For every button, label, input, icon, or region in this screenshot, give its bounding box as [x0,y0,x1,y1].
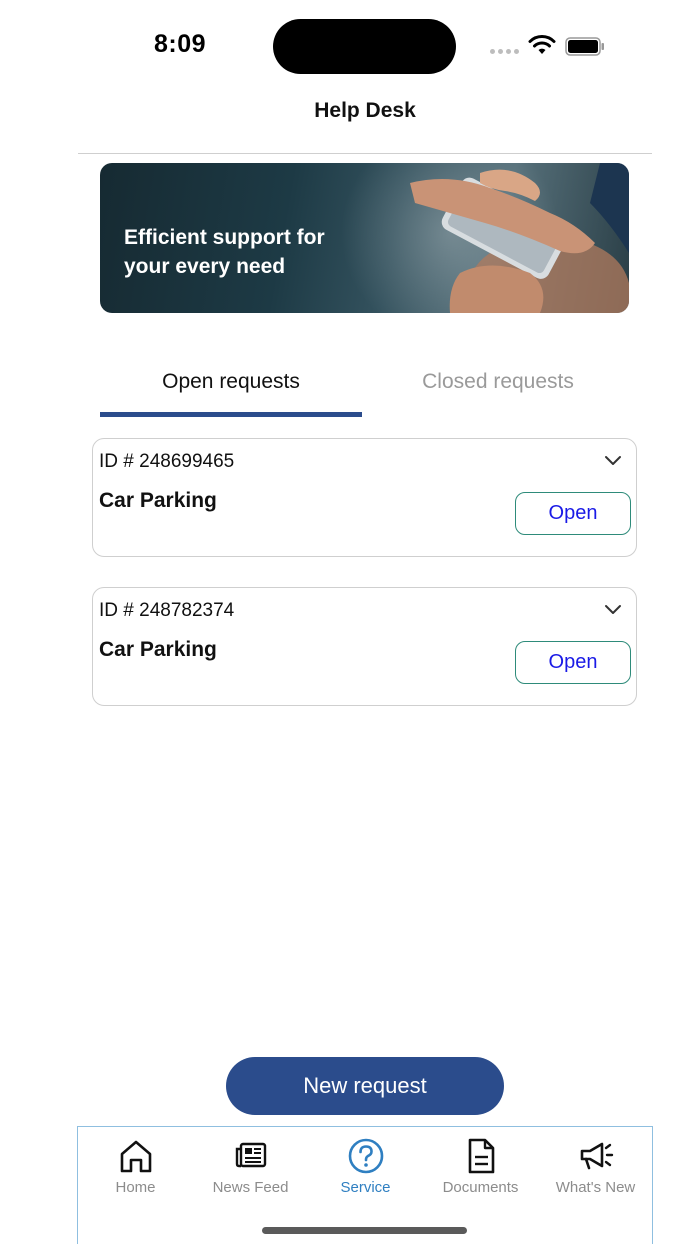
request-id: ID # 248782374 [99,600,235,621]
status-badge: Open [515,641,631,684]
request-card[interactable]: ID # 248699465 Car Parking Open [92,438,637,557]
home-indicator [262,1227,467,1234]
request-card[interactable]: ID # 248782374 Car Parking Open [92,587,637,706]
help-desk-screen: 8:09 Help Desk Efficient support for you… [0,0,700,1244]
nav-label: Home [115,1179,156,1196]
nav-label: Service [340,1179,391,1196]
megaphone-icon [580,1142,613,1170]
tab-open-requests[interactable]: Open requests [100,370,362,394]
battery-icon [565,37,604,56]
nav-label: What's New [555,1179,636,1196]
nav-item-whats-new[interactable]: What's New [538,1127,653,1207]
nav-label: News Feed [212,1179,289,1196]
chevron-down-icon[interactable] [604,455,622,467]
header-divider [78,153,652,154]
nav-item-home[interactable]: Home [78,1127,193,1207]
nav-item-news-feed[interactable]: News Feed [193,1127,308,1207]
status-time: 8:09 [154,30,207,58]
home-icon [120,1140,151,1173]
nav-label: Documents [442,1179,519,1196]
tab-closed-requests[interactable]: Closed requests [367,370,629,394]
nav-item-service[interactable]: Service [308,1127,423,1207]
chevron-down-icon[interactable] [604,604,622,616]
banner-text: Efficient support for your every need [124,226,325,278]
dynamic-island [273,19,456,74]
nav-item-documents[interactable]: Documents [423,1127,538,1207]
document-icon [468,1138,494,1174]
request-id: ID # 248699465 [99,451,235,472]
new-request-button[interactable]: New request [226,1057,504,1115]
active-tab-indicator [100,412,362,417]
page-title: Help Desk [314,99,416,122]
hands-holding-phone-image [410,163,629,313]
question-circle-icon [348,1138,383,1174]
support-banner: Efficient support for your every need [100,163,629,313]
status-badge: Open [515,492,631,535]
request-title: Car Parking [99,489,217,512]
news-feed-icon [235,1142,266,1168]
request-title: Car Parking [99,638,217,661]
cellular-signal-icon [490,49,519,54]
wifi-icon [528,35,556,54]
